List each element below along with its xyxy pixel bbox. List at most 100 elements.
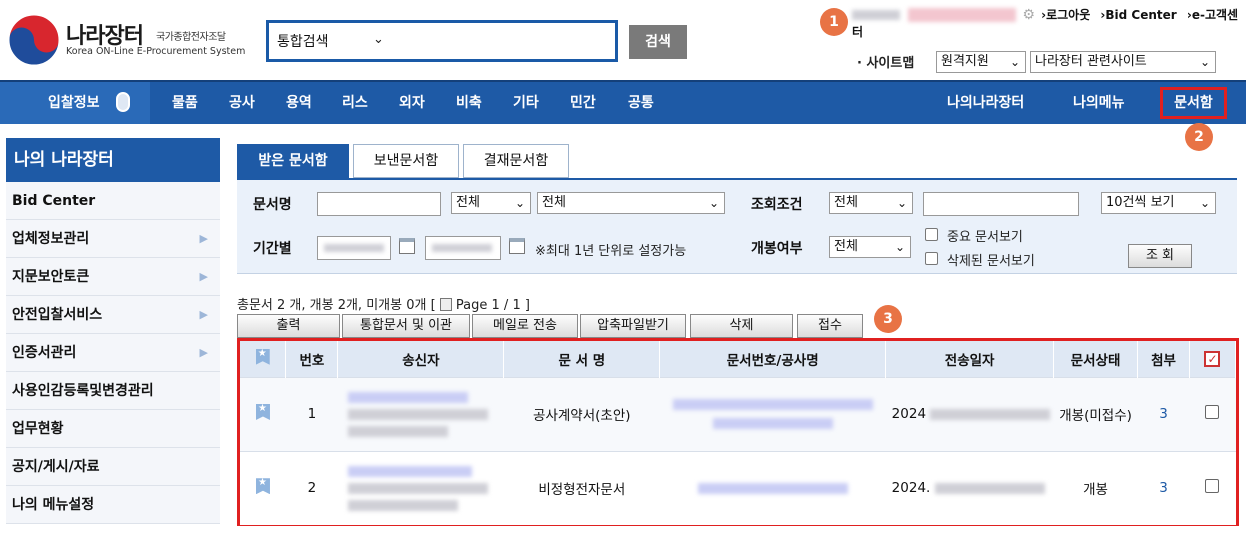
row-attach[interactable]: 3 [1137, 450, 1190, 525]
blurred-user-info [908, 7, 1017, 22]
sidebar-item-notice[interactable]: 공지/게시/자료 [6, 448, 220, 486]
nav-item-construction[interactable]: 공사 [229, 82, 255, 124]
nav-item-stockpile[interactable]: 비축 [456, 82, 482, 124]
calendar-icon[interactable] [399, 238, 415, 254]
table-row[interactable]: 1 공사계약서(초안) 2024 개봉(미접수) 3 [240, 376, 1236, 451]
search-submit-button[interactable]: 조 회 [1128, 244, 1192, 268]
row-attach[interactable]: 3 [1137, 376, 1190, 451]
sidebar-item-bid-center[interactable]: Bid Center [6, 182, 220, 220]
doc-type-select[interactable]: 전체 ⌄ [451, 192, 531, 214]
doc-name-input[interactable] [317, 192, 441, 216]
page-icon [439, 298, 452, 311]
blurred-user-name [852, 9, 900, 20]
blurred-sender-detail [347, 425, 448, 437]
row-title[interactable]: 비정형전자문서 [503, 450, 660, 525]
send-mail-button[interactable]: 메일로 전송 [472, 314, 578, 338]
page-size-value: 10건씩 보기 [1106, 195, 1175, 210]
sidebar-item-label: 지문보안토큰 [12, 269, 90, 285]
sidebar-item-my-menu-settings[interactable]: 나의 메뉴설정 [6, 486, 220, 524]
attach-count-link[interactable]: 3 [1159, 480, 1168, 496]
tab-received[interactable]: 받은 문서함 [237, 144, 349, 178]
tab-sent[interactable]: 보낸문서함 [353, 144, 459, 178]
query-condition-input[interactable] [923, 192, 1079, 216]
sidebar-item-label: 안전입찰서비스 [12, 307, 103, 323]
calendar-icon[interactable] [509, 238, 525, 254]
doc-subtype-select[interactable]: 전체 ⌄ [537, 192, 725, 214]
blurred-sender-name [347, 482, 488, 494]
nav-item-document-box[interactable]: 문서함 [1160, 87, 1227, 119]
utility-bar: ⚙ ›로그아웃 ›Bid Center ›e-고객센터 [852, 6, 1246, 39]
important-docs-checkbox[interactable] [925, 228, 938, 241]
page-size-select[interactable]: 10건씩 보기 ⌄ [1101, 192, 1216, 214]
search-box[interactable]: 통합검색 ⌄ [266, 20, 618, 62]
tab-approval[interactable]: 결재문서함 [463, 144, 569, 178]
nav-item-my-menu[interactable]: 나의메뉴 [1073, 82, 1125, 124]
chevron-down-icon: ⌄ [896, 196, 907, 210]
delete-button[interactable]: 삭제 [690, 314, 793, 338]
sidebar-item-fingerprint-token[interactable]: 지문보안토큰 ▶ [6, 258, 220, 296]
logo-subtitle: 국가종합전자조달 [156, 32, 226, 43]
row-doc-number[interactable] [659, 376, 886, 451]
summary-line: 총문서 2 개, 개봉 2개, 미개봉 0개 [ Page 1 / 1 ] [237, 294, 530, 313]
bid-center-link[interactable]: ›Bid Center [1100, 8, 1176, 22]
nav-item-foreign[interactable]: 외자 [399, 82, 425, 124]
sidebar-item-certificate[interactable]: 인증서관리 ▶ [6, 334, 220, 372]
nav-item-private[interactable]: 민간 [570, 82, 596, 124]
table-header-select-all[interactable]: ✓ [1189, 341, 1237, 377]
bookmark-star-icon [255, 348, 270, 365]
row-sender[interactable] [337, 450, 504, 525]
end-date-input[interactable] [425, 236, 501, 260]
search-scope-select[interactable]: 통합검색 [277, 31, 329, 51]
blurred-doc-number [697, 482, 848, 494]
blurred-project-name [712, 418, 833, 429]
row-bookmark[interactable] [240, 376, 286, 451]
checkbox-icon [1205, 405, 1220, 419]
sidebar-item-work-status[interactable]: 업무현황 [6, 410, 220, 448]
blurred-sender-link [347, 391, 468, 403]
sidebar-item-safe-bid[interactable]: 안전입찰서비스 ▶ [6, 296, 220, 334]
related-sites-value: 나라장터 관련사이트 [1035, 54, 1147, 69]
query-condition-label: 조회조건 [751, 197, 803, 213]
attach-count-link[interactable]: 3 [1159, 406, 1168, 422]
remote-support-select[interactable]: 원격지원 ⌄ [936, 51, 1026, 73]
print-button[interactable]: 출력 [237, 314, 340, 338]
nav-item-other[interactable]: 기타 [513, 82, 539, 124]
row-bookmark[interactable] [240, 450, 286, 525]
sidebar-item-company-info[interactable]: 업체정보관리 ▶ [6, 220, 220, 258]
sidebar-item-seal-registration[interactable]: 사용인감등록및변경관리 [6, 372, 220, 410]
query-condition-select[interactable]: 전체 ⌄ [829, 192, 913, 214]
merge-transfer-button[interactable]: 통합문서 및 이관 [342, 314, 470, 338]
row-no: 1 [285, 376, 338, 451]
download-zip-button[interactable]: 압축파일받기 [580, 314, 686, 338]
nav-item-service[interactable]: 용역 [286, 82, 312, 124]
start-date-input[interactable] [317, 236, 391, 260]
checkbox-icon [1205, 479, 1220, 494]
table-row[interactable]: 2 비정형전자문서 2024. 개봉 3 [240, 450, 1236, 525]
row-date: 2024 [885, 376, 1054, 451]
sitemap-link[interactable]: · 사이트맵 [857, 52, 914, 71]
table-header-bookmark[interactable] [240, 341, 287, 377]
nav-item-common[interactable]: 공통 [628, 82, 654, 124]
deleted-docs-checkbox[interactable] [925, 252, 938, 265]
row-status: 개봉(미접수) [1053, 376, 1138, 451]
logo[interactable]: 나라장터 국가종합전자조달 Korea ON-Line E-Procuremen… [8, 14, 258, 66]
nav-item-goods[interactable]: 물품 [172, 82, 198, 124]
nav-item-lease[interactable]: 리스 [342, 82, 368, 124]
row-select[interactable] [1189, 376, 1236, 451]
nav-item-my-narajangter[interactable]: 나의나라장터 [947, 82, 1024, 124]
blurred-sender-name [347, 408, 488, 420]
nav-bid-info[interactable]: 입찰정보 [0, 82, 150, 124]
row-title[interactable]: 공사계약서(초안) [503, 376, 660, 451]
related-sites-select[interactable]: 나라장터 관련사이트 ⌄ [1030, 51, 1216, 73]
gear-icon[interactable]: ⚙ [1022, 7, 1035, 23]
row-doc-number[interactable] [659, 450, 886, 525]
receive-button[interactable]: 접수 [797, 314, 863, 338]
open-status-select[interactable]: 전체 ⌄ [829, 236, 911, 258]
search-button[interactable]: 검색 [629, 25, 687, 59]
logout-link[interactable]: ›로그아웃 [1041, 8, 1090, 22]
mouse-icon [116, 92, 130, 112]
row-sender[interactable] [337, 376, 504, 451]
sidebar: 나의 나라장터 Bid Center 업체정보관리 ▶ 지문보안토큰 ▶ 안전입찰서… [0, 138, 221, 536]
row-select[interactable] [1189, 450, 1236, 525]
remote-support-value: 원격지원 [941, 54, 989, 69]
